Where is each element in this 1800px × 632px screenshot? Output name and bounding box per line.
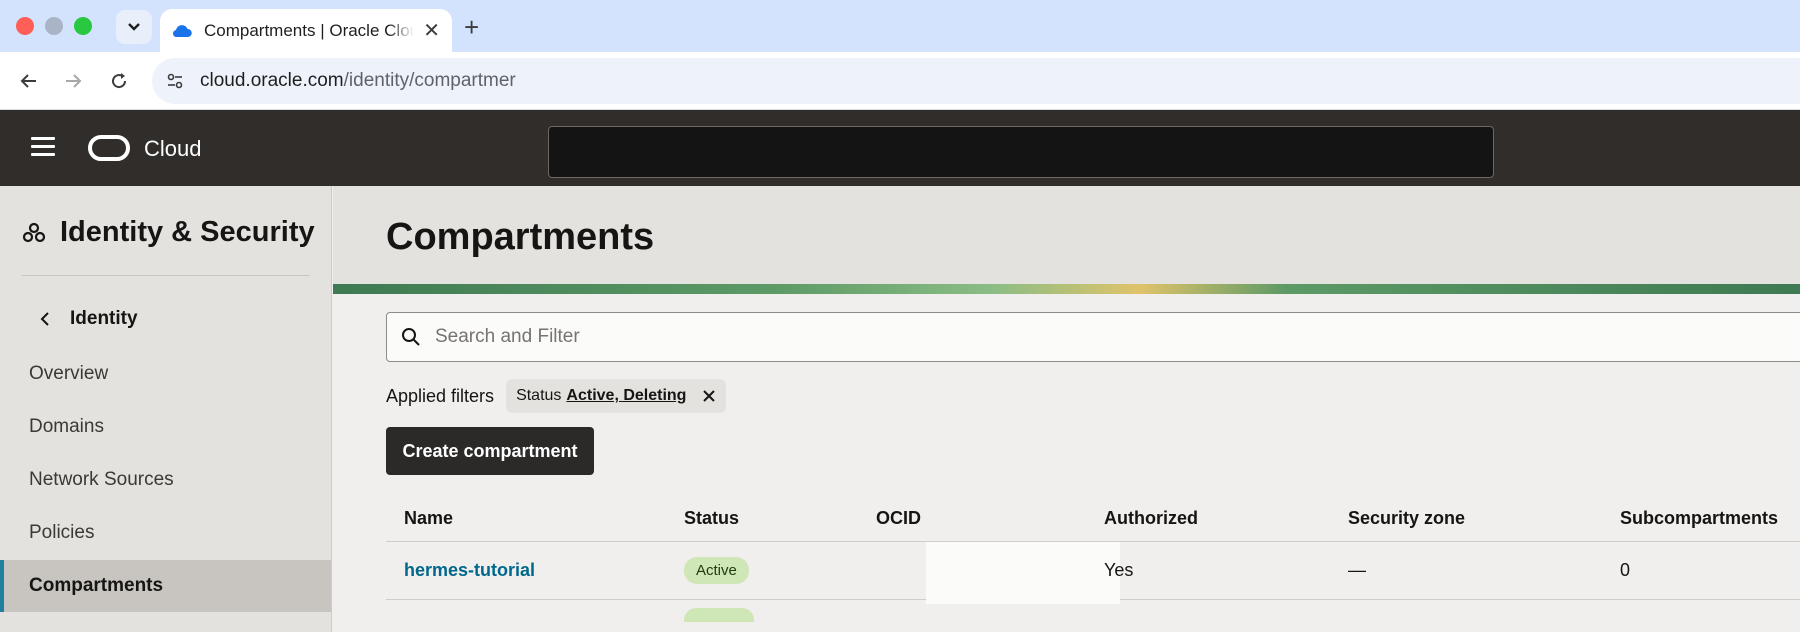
oracle-logo-icon[interactable] <box>88 135 130 161</box>
column-header-status[interactable]: Status <box>684 496 739 541</box>
applied-filters: Applied filters Status Active, Deleting <box>386 379 727 413</box>
column-header-subcompartments[interactable]: Subcompartments <box>1620 496 1778 541</box>
browser-tab-active[interactable]: Compartments | Oracle Cloud ✕ <box>160 9 452 52</box>
filter-chip-key: Status <box>516 387 562 404</box>
window-zoom-button[interactable] <box>74 17 92 35</box>
sidebar-item-overview[interactable]: Overview <box>0 348 331 400</box>
tab-title: Compartments | Oracle Cloud <box>204 20 414 40</box>
reload-button[interactable] <box>104 66 134 96</box>
table-row-partial <box>386 600 1800 622</box>
applied-filters-label: Applied filters <box>386 385 495 406</box>
close-icon[interactable] <box>702 389 716 403</box>
sidebar-divider <box>22 275 310 276</box>
column-header-ocid[interactable]: OCID <box>876 496 921 541</box>
main-content: Compartments Applied filters Status Acti… <box>333 186 1800 632</box>
brand-label[interactable]: Cloud <box>144 136 201 162</box>
console-header: Cloud <box>0 110 1800 186</box>
authorized-cell: Yes <box>1104 560 1134 580</box>
arrow-right-icon <box>66 74 82 88</box>
sidebar-item-compartments[interactable]: Compartments <box>0 560 331 612</box>
tab-close-icon[interactable]: ✕ <box>423 18 440 43</box>
window-minimize-button[interactable] <box>45 17 63 35</box>
decorative-banner <box>333 284 1800 294</box>
search-and-filter-input[interactable] <box>435 326 1335 348</box>
arrow-left-icon <box>20 74 36 88</box>
filter-chip-status[interactable]: Status Active, Deleting <box>506 379 727 413</box>
page-title: Compartments <box>386 216 655 258</box>
address-bar[interactable]: cloud.oracle.com/identity/compartmer <box>152 58 1800 104</box>
tab-search-button[interactable] <box>116 10 152 44</box>
compartment-name-link[interactable]: hermes-tutorial <box>404 560 535 581</box>
chevron-down-icon <box>128 23 140 31</box>
new-tab-button[interactable]: + <box>464 12 479 43</box>
status-badge: Active <box>684 557 749 584</box>
column-header-name[interactable]: Name <box>404 496 453 541</box>
url-host: cloud.oracle.com <box>200 70 344 91</box>
browser-tab-bar: Compartments | Oracle Cloud ✕ + <box>0 0 1800 52</box>
compartments-table: Name Status OCID Authorized Security zon… <box>386 496 1800 622</box>
sidebar-item-domains[interactable]: Domains <box>0 401 331 453</box>
search-and-filter-field[interactable] <box>386 312 1800 362</box>
security-zone-cell: — <box>1348 560 1366 580</box>
column-header-authorized[interactable]: Authorized <box>1104 496 1198 541</box>
page-header: Compartments <box>333 186 1800 284</box>
ocid-cell <box>926 542 1120 604</box>
filter-chip-value[interactable]: Active, Deleting <box>566 387 686 405</box>
service-title: Identity & Security <box>22 216 315 249</box>
sidebar-item-policies[interactable]: Policies <box>0 507 331 559</box>
forward-button[interactable] <box>58 66 88 96</box>
chevron-left-icon <box>40 312 49 326</box>
window-close-button[interactable] <box>16 17 34 35</box>
sidebar-back-link[interactable]: Identity <box>40 308 138 330</box>
url-path: /identity/compartmer <box>343 70 516 91</box>
side-navigation: Identity & Security Identity Overview Do… <box>0 186 332 632</box>
site-settings-icon <box>167 73 183 89</box>
navigation-menu-icon[interactable] <box>31 137 55 157</box>
console-search-input[interactable] <box>548 126 1494 178</box>
status-badge-partial <box>684 608 754 622</box>
column-header-security-zone[interactable]: Security zone <box>1348 496 1465 541</box>
search-icon <box>402 328 420 346</box>
browser-toolbar: cloud.oracle.com/identity/compartmer <box>0 52 1800 110</box>
reload-icon <box>112 73 127 89</box>
subcompartments-cell: 0 <box>1620 560 1631 580</box>
sidebar-item-network-sources[interactable]: Network Sources <box>0 454 331 506</box>
back-button[interactable] <box>14 66 44 96</box>
cloud-icon <box>172 24 192 37</box>
service-title-text: Identity & Security <box>60 216 315 248</box>
sidebar-back-label: Identity <box>70 308 138 329</box>
identity-security-icon <box>22 222 46 242</box>
table-row: hermes-tutorial Active Yes — 0 <box>386 542 1800 604</box>
table-header-row: Name Status OCID Authorized Security zon… <box>386 496 1800 542</box>
create-compartment-button[interactable]: Create compartment <box>386 427 594 475</box>
